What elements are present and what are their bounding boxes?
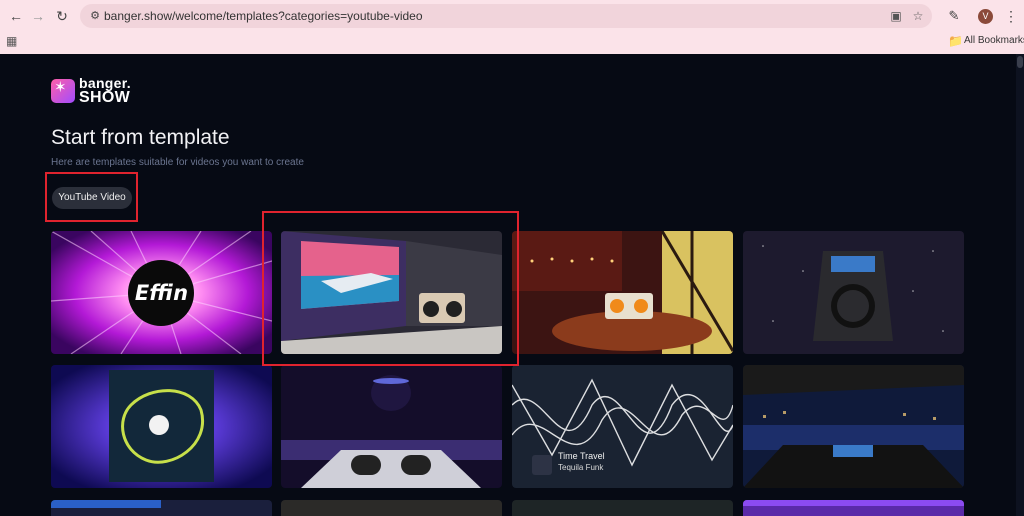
template-card-dj-deck-space[interactable]	[743, 231, 964, 354]
dj-deck-space-thumbnail	[743, 231, 964, 354]
cafe-boombox-thumbnail	[512, 231, 733, 354]
reload-icon[interactable]: ↻	[52, 6, 72, 26]
page-scrollbar[interactable]	[1016, 54, 1024, 516]
template-card-time-travel[interactable]: Time Travel Tequila Funk	[512, 365, 733, 488]
extensions-icon[interactable]: ✎	[944, 6, 964, 26]
apps-grid-icon[interactable]: ▦	[6, 34, 20, 48]
row3-2-thumbnail	[281, 500, 502, 516]
back-arrow-icon[interactable]: ←	[6, 6, 26, 26]
album-tunnel-thumbnail	[51, 365, 272, 488]
more-menu-icon[interactable]: ⋮	[1004, 6, 1018, 26]
bookmarks-bar: ▦ 📁 All Bookmarks	[0, 31, 1024, 51]
logo-text-line2: SHOW	[79, 89, 130, 106]
url-text[interactable]: banger.show/welcome/templates?categories…	[104, 9, 423, 23]
bookmark-star-icon[interactable]: ☆	[910, 8, 926, 24]
folder-icon: 📁	[948, 34, 963, 48]
template-card-album-tunnel[interactable]	[51, 365, 272, 488]
browser-toolbar: ← → ↻ ⚙ banger.show/welcome/templates?ca…	[0, 4, 1024, 28]
page-title: Start from template	[51, 126, 230, 149]
profile-avatar[interactable]: V	[978, 9, 993, 24]
template-card-effin[interactable]: Effin	[51, 231, 272, 354]
all-bookmarks-link[interactable]: All Bookmarks	[964, 35, 1024, 46]
row3-4-thumbnail	[743, 500, 964, 516]
template-card-time-travel-artist: Tequila Funk	[558, 463, 604, 472]
template-card-row3-1[interactable]	[51, 500, 272, 516]
row3-1-thumbnail	[51, 500, 272, 516]
time-travel-thumbnail	[512, 365, 733, 488]
highlight-box-filter	[45, 172, 138, 222]
row3-3-thumbnail	[512, 500, 733, 516]
car-night-city-thumbnail	[743, 365, 964, 488]
template-card-row3-3[interactable]	[512, 500, 733, 516]
logo-star-icon: ✶	[54, 79, 67, 96]
template-card-dj-space-station[interactable]	[281, 365, 502, 488]
template-card-effin-title: Effin	[134, 281, 189, 305]
template-card-time-travel-title: Time Travel	[558, 451, 605, 461]
dj-space-station-thumbnail	[281, 365, 502, 488]
site-settings-icon[interactable]: ⚙	[88, 9, 102, 23]
banger-show-logo[interactable]: ✶ banger. SHOW	[51, 76, 146, 106]
browser-chrome: ← → ↻ ⚙ banger.show/welcome/templates?ca…	[0, 0, 1024, 54]
page-content: ✶ banger. SHOW Start from template Here …	[0, 54, 1024, 516]
install-app-icon[interactable]: ▣	[888, 8, 904, 24]
highlight-box-template	[262, 211, 519, 366]
forward-arrow-icon[interactable]: →	[28, 6, 48, 26]
scrollbar-thumb[interactable]	[1017, 56, 1023, 68]
template-card-car-night-city[interactable]	[743, 365, 964, 488]
address-bar[interactable]: ⚙ banger.show/welcome/templates?categori…	[80, 4, 932, 28]
page-subtitle: Here are templates suitable for videos y…	[51, 157, 304, 168]
logo-mark-icon: ✶	[51, 79, 75, 103]
template-card-row3-4[interactable]	[743, 500, 964, 516]
template-card-row3-2[interactable]	[281, 500, 502, 516]
template-card-cafe-boombox[interactable]	[512, 231, 733, 354]
